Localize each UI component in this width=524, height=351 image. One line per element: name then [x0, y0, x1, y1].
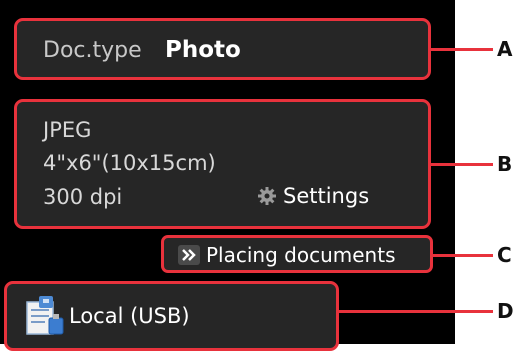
save-location-button[interactable]: Local (USB)	[4, 281, 339, 351]
gear-icon	[258, 187, 276, 205]
placing-documents-label: Placing documents	[206, 243, 396, 267]
callout-line-a	[431, 48, 493, 51]
scan-settings-panel[interactable]: JPEG 4"x6"(10x15cm) 300 dpi Settings	[14, 99, 431, 229]
callout-line-d	[339, 310, 493, 313]
doc-type-value: Photo	[165, 37, 241, 63]
callout-a: A	[497, 37, 513, 61]
usb-storage-icon	[26, 296, 64, 335]
format-value: JPEG	[43, 118, 92, 142]
callout-line-c	[433, 254, 493, 257]
doc-type-label: Doc.type	[43, 38, 142, 63]
printer-lcd-screen: Doc.type Photo JPEG 4"x6"(10x15cm) 300 d…	[0, 0, 455, 351]
settings-label: Settings	[283, 184, 370, 208]
callout-c: C	[497, 243, 512, 267]
settings-button[interactable]: Settings	[257, 184, 369, 208]
placing-documents-button[interactable]: Placing documents	[161, 235, 433, 273]
double-chevron-right-icon	[178, 245, 200, 265]
resolution-value: 300 dpi	[43, 185, 123, 209]
callout-b: B	[497, 152, 513, 176]
callout-d: D	[497, 299, 514, 323]
callout-line-b	[431, 163, 493, 166]
size-value: 4"x6"(10x15cm)	[43, 151, 216, 175]
save-location-label: Local (USB)	[69, 304, 190, 328]
doc-type-button[interactable]: Doc.type Photo	[14, 18, 431, 80]
